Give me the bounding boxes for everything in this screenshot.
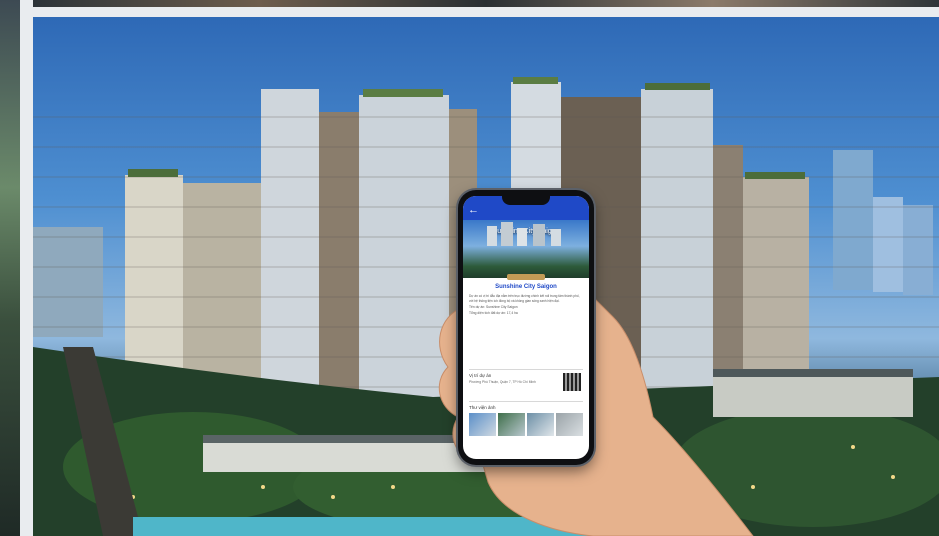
gallery-thumbnails	[469, 413, 583, 436]
project-heading: Sunshine City Saigon	[495, 284, 557, 290]
previous-photo-edge	[33, 0, 939, 7]
phone-screen: ← Sunshine City Saigon Sunshine City Sai…	[463, 196, 589, 459]
bullet-item: Tổng diện tích đất dự án: 17,4 ha	[469, 311, 518, 316]
project-description: Sunshine City Saigon Dự án có vị trí đắc…	[469, 284, 583, 315]
gallery-thumb[interactable]	[556, 413, 583, 436]
gallery-section: Thư viện ảnh	[469, 401, 583, 436]
smartphone: ← Sunshine City Saigon Sunshine City Sai…	[458, 190, 594, 465]
bullet-item: Tên dự án: Sunshine City Saigon	[469, 305, 518, 310]
phone-notch	[502, 196, 550, 205]
arrow-left-icon[interactable]: ←	[468, 205, 479, 216]
hero-towers-graphic	[487, 222, 561, 246]
project-hero-image: Sunshine City Saigon	[463, 220, 589, 278]
neighbor-photo-edge	[0, 0, 20, 536]
location-value: Phường Phú Thuận, Quận 7, TP Hồ Chí Minh	[469, 380, 536, 384]
gallery-title: Thư viện ảnh	[469, 405, 496, 410]
brand-ribbon	[507, 274, 545, 280]
map-thumbnail[interactable]	[563, 373, 581, 391]
intro-text: Dự án có vị trí đắc địa nằm trên trục đư…	[469, 294, 580, 303]
gallery-thumb[interactable]	[498, 413, 525, 436]
city-render-photo: ← Sunshine City Saigon Sunshine City Sai…	[33, 17, 939, 536]
gallery-thumb[interactable]	[469, 413, 496, 436]
location-section[interactable]: Vị trí dự án Phường Phú Thuận, Quận 7, T…	[469, 369, 583, 391]
photo-frame: ← Sunshine City Saigon Sunshine City Sai…	[0, 0, 939, 536]
gallery-thumb[interactable]	[527, 413, 554, 436]
